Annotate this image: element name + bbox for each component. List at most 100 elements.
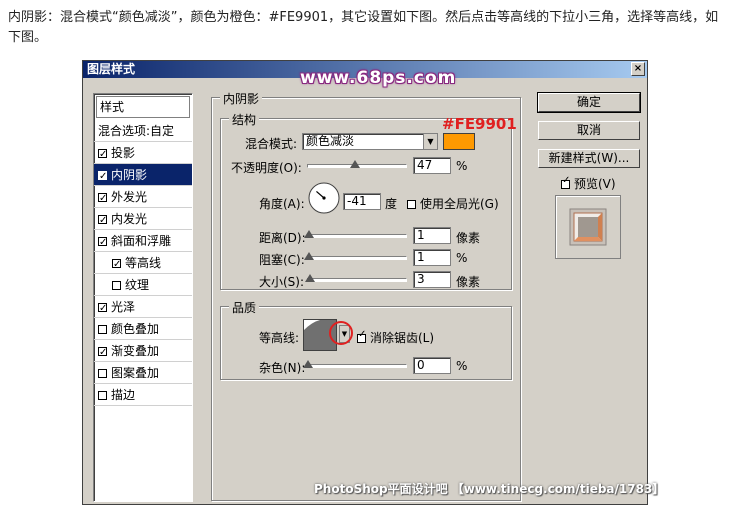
styles-list: 样式 混合选项:自定投影内阴影外发光内发光斜面和浮雕等高线纹理光泽颜色叠加渐变叠… <box>93 93 193 502</box>
noise-slider[interactable] <box>303 360 407 368</box>
style-list-item-label: 混合选项:自定 <box>98 124 175 138</box>
choke-unit: % <box>456 251 468 265</box>
style-checkbox-icon[interactable] <box>98 232 107 254</box>
choke-slider[interactable] <box>304 252 407 260</box>
antialias-check-icon[interactable] <box>357 329 366 343</box>
shadow-color-swatch[interactable] <box>443 133 475 150</box>
angle-label: 角度(A): <box>259 197 305 211</box>
quality-group: 品质 等高线: ▼ 消除锯齿(L) 杂色(N): 0 % <box>220 299 512 380</box>
opacity-unit: % <box>456 159 468 173</box>
style-list-item[interactable]: 外发光 <box>94 186 192 210</box>
style-preview-thumbnail <box>555 195 621 259</box>
preview-checkbox[interactable]: 预览(V) <box>561 175 616 192</box>
opacity-input[interactable]: 47 <box>413 157 451 174</box>
style-list-item-label: 内发光 <box>111 212 148 226</box>
style-list-item-label: 内阴影 <box>111 168 148 182</box>
contour-label: 等高线: <box>259 331 300 345</box>
style-list-item[interactable]: 渐变叠加 <box>94 340 192 364</box>
distance-input[interactable]: 1 <box>413 227 451 244</box>
highlight-circle <box>329 321 353 345</box>
size-slider[interactable] <box>305 274 407 282</box>
noise-unit: % <box>456 359 468 373</box>
distance-unit: 像素 <box>456 231 481 245</box>
opacity-label: 不透明度(O): <box>231 161 302 175</box>
distance-slider[interactable] <box>304 230 407 238</box>
angle-dial-icon <box>308 182 340 214</box>
angle-dial[interactable] <box>307 181 341 215</box>
style-list-item[interactable]: 内发光 <box>94 208 192 232</box>
chevron-down-icon[interactable]: ▼ <box>423 134 437 149</box>
choke-slider-thumb[interactable] <box>304 252 314 260</box>
choke-input[interactable]: 1 <box>413 249 451 266</box>
quality-title: 品质 <box>229 299 260 316</box>
blend-mode-value: 颜色减淡 <box>306 134 355 148</box>
antialias-label: 消除锯齿(L) <box>370 331 435 345</box>
noise-input[interactable]: 0 <box>413 357 451 374</box>
inner-shadow-title: 内阴影 <box>220 90 263 107</box>
style-list-item-label: 纹理 <box>125 278 150 292</box>
style-checkbox-icon[interactable] <box>112 281 121 290</box>
size-input[interactable]: 3 <box>413 271 451 288</box>
style-checkbox-icon[interactable] <box>98 369 107 378</box>
structure-group: 结构 混合模式: 颜色减淡 ▼ #FE9901 不透明度(O): 47 % 角度… <box>220 111 517 290</box>
ok-button[interactable]: 确定 <box>537 92 641 113</box>
watermark-top: www.68ps.com <box>300 68 457 88</box>
antialias-checkbox[interactable]: 消除锯齿(L) <box>357 329 434 346</box>
style-list-item[interactable]: 内阴影 <box>94 164 192 188</box>
style-list-item-label: 光泽 <box>111 300 136 314</box>
structure-title: 结构 <box>229 111 260 128</box>
style-list-item-label: 渐变叠加 <box>111 344 160 358</box>
size-unit: 像素 <box>456 275 481 289</box>
style-list-item-label: 外发光 <box>111 190 148 204</box>
style-checkbox-icon[interactable] <box>98 391 107 400</box>
close-button[interactable]: × <box>631 62 645 76</box>
noise-label: 杂色(N): <box>259 361 306 375</box>
global-light-label: 使用全局光(G) <box>420 197 499 211</box>
style-list-item[interactable]: 图案叠加 <box>94 362 192 384</box>
new-style-button[interactable]: 新建样式(W)... <box>538 149 640 168</box>
size-slider-thumb[interactable] <box>305 274 315 282</box>
blend-mode-select[interactable]: 颜色减淡 ▼ <box>302 133 438 150</box>
style-checkbox-icon[interactable] <box>98 210 107 232</box>
cancel-button[interactable]: 取消 <box>538 121 640 140</box>
style-checkbox-icon[interactable] <box>98 325 107 334</box>
style-list-item[interactable]: 斜面和浮雕 <box>94 230 192 254</box>
style-list-item-label: 投影 <box>111 146 136 160</box>
style-list-item-label: 斜面和浮雕 <box>111 234 172 248</box>
choke-label: 阻塞(C): <box>259 253 305 267</box>
style-list-item[interactable]: 等高线 <box>94 252 192 276</box>
style-list-item[interactable]: 投影 <box>94 142 192 166</box>
color-annotation: #FE9901 <box>442 115 517 133</box>
noise-slider-thumb[interactable] <box>303 360 313 368</box>
style-list-item[interactable]: 混合选项:自定 <box>94 120 192 142</box>
global-light-check-icon[interactable] <box>407 200 416 209</box>
global-light-checkbox[interactable]: 使用全局光(G) <box>407 195 499 212</box>
style-list-item[interactable]: 颜色叠加 <box>94 318 192 340</box>
style-checkbox-icon[interactable] <box>98 298 107 320</box>
preview-check-icon[interactable] <box>561 175 570 189</box>
layer-style-dialog: 图层样式 × 样式 混合选项:自定投影内阴影外发光内发光斜面和浮雕等高线纹理光泽… <box>82 60 648 505</box>
style-list-item[interactable]: 光泽 <box>94 296 192 320</box>
style-list-item-label: 描边 <box>111 388 136 402</box>
angle-input[interactable]: -41 <box>343 193 381 210</box>
dialog-title: 图层样式 <box>87 62 136 76</box>
style-checkbox-icon[interactable] <box>112 254 121 276</box>
style-list-item[interactable]: 纹理 <box>94 274 192 296</box>
style-list-item-label: 颜色叠加 <box>111 322 160 336</box>
angle-unit: 度 <box>385 197 398 211</box>
preview-label: 预览(V) <box>574 177 616 191</box>
watermark-bottom: PhotoShop平面设计吧 【www.tinecg.com/tieba/178… <box>314 482 665 496</box>
opacity-slider[interactable] <box>307 160 407 168</box>
blend-mode-label: 混合模式: <box>245 137 298 151</box>
style-checkbox-icon[interactable] <box>98 144 107 166</box>
styles-header[interactable]: 样式 <box>96 96 190 118</box>
style-checkbox-icon[interactable] <box>98 188 107 210</box>
style-list-item[interactable]: 描边 <box>94 384 192 406</box>
style-checkbox-icon[interactable] <box>98 166 107 188</box>
style-list-item-label: 图案叠加 <box>111 366 160 380</box>
intro-text: 内阴影：混合模式“颜色减淡”，颜色为橙色：#FE9901，其它设置如下图。然后点… <box>8 10 719 45</box>
opacity-slider-thumb[interactable] <box>350 160 360 168</box>
distance-slider-thumb[interactable] <box>304 230 314 238</box>
style-checkbox-icon[interactable] <box>98 342 107 364</box>
preview-square-icon <box>569 208 607 246</box>
